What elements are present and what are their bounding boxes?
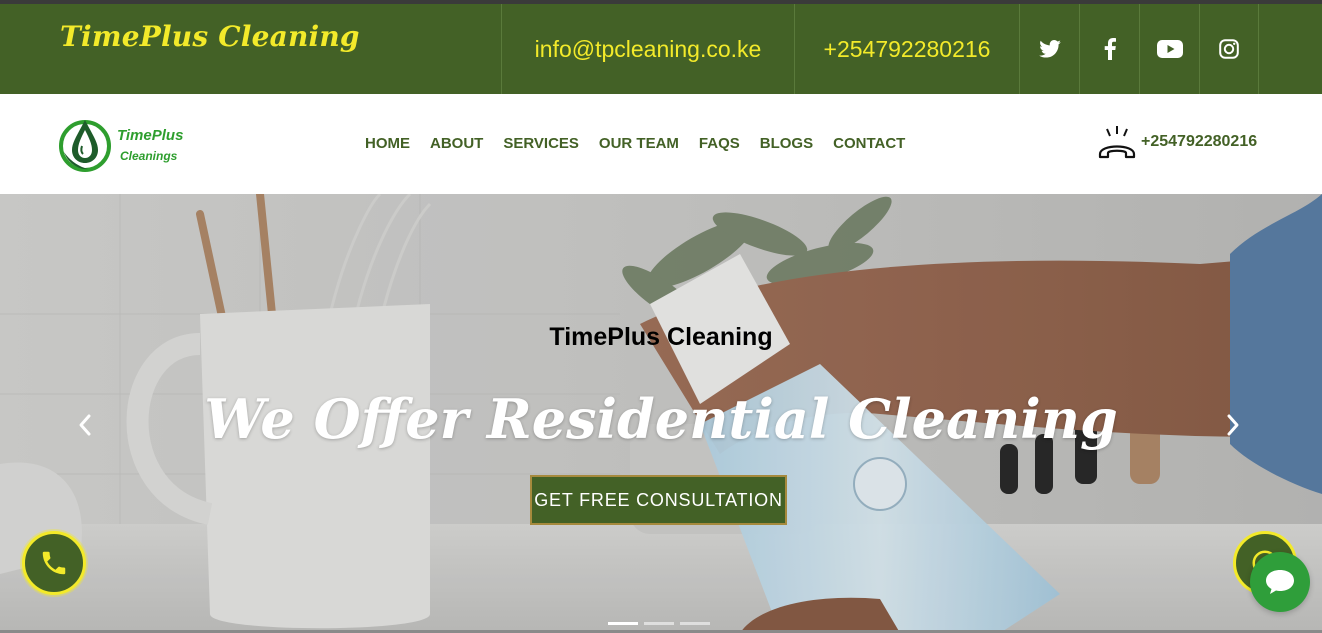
logo-text-line1[interactable]: TimePlus — [117, 127, 183, 144]
prev-slide-arrow-icon[interactable] — [75, 410, 95, 440]
facebook-link[interactable] — [1079, 4, 1139, 94]
next-slide-arrow-icon[interactable] — [1223, 410, 1243, 440]
ringing-phone-icon[interactable] — [1097, 124, 1137, 164]
slider-dot-2[interactable] — [644, 622, 674, 625]
hero-title: We Offer Residential Cleaning — [204, 387, 1118, 451]
brand-title[interactable]: TimePlus Cleaning — [60, 20, 360, 53]
youtube-link[interactable] — [1139, 4, 1199, 94]
instagram-icon — [1219, 39, 1239, 59]
nav-phone-number[interactable]: +254792280216 — [1141, 133, 1257, 151]
instagram-link[interactable] — [1199, 4, 1259, 94]
nav-item-services[interactable]: SERVICES — [503, 135, 579, 152]
chat-bubble-icon — [1266, 570, 1294, 594]
phone-icon — [42, 551, 66, 575]
nav-item-about[interactable]: ABOUT — [430, 135, 483, 152]
topbar-phone-link[interactable]: +254792280216 — [794, 4, 1019, 94]
slider-dot-3[interactable] — [680, 622, 710, 625]
hero-slider: TimePlus Cleaning We Offer Residential C… — [0, 194, 1322, 633]
hero-subtitle: TimePlus Cleaning — [549, 323, 773, 351]
twitter-link[interactable] — [1019, 4, 1079, 94]
nav-item-contact[interactable]: CONTACT — [833, 135, 905, 152]
email-text[interactable]: info@tpcleaning.co.ke — [535, 36, 762, 63]
email-link[interactable]: info@tpcleaning.co.ke — [501, 4, 794, 94]
get-free-consultation-button[interactable]: GET FREE CONSULTATION — [530, 475, 787, 525]
floating-call-button[interactable] — [22, 531, 86, 595]
logo[interactable] — [58, 116, 198, 172]
nav-item-our-team[interactable]: OUR TEAM — [599, 135, 679, 152]
live-chat-button[interactable] — [1250, 552, 1310, 612]
main-navbar: TimePlus Cleanings HOME ABOUT SERVICES O… — [0, 94, 1322, 194]
nav-item-blogs[interactable]: BLOGS — [760, 135, 813, 152]
youtube-icon — [1156, 40, 1183, 58]
nav-item-faqs[interactable]: FAQS — [699, 135, 740, 152]
twitter-icon — [1038, 40, 1061, 58]
facebook-icon — [1104, 38, 1116, 60]
slider-indicators — [608, 622, 710, 625]
slider-dot-1[interactable] — [608, 622, 638, 625]
top-bar: TimePlus Cleaning info@tpcleaning.co.ke … — [0, 4, 1322, 94]
logo-text-line2[interactable]: Cleanings — [120, 149, 177, 163]
water-drop-logo-icon — [59, 120, 111, 172]
nav-menu: HOME ABOUT SERVICES OUR TEAM FAQS BLOGS … — [365, 135, 905, 152]
topbar-phone-text[interactable]: +254792280216 — [824, 36, 991, 63]
nav-item-home[interactable]: HOME — [365, 135, 410, 152]
